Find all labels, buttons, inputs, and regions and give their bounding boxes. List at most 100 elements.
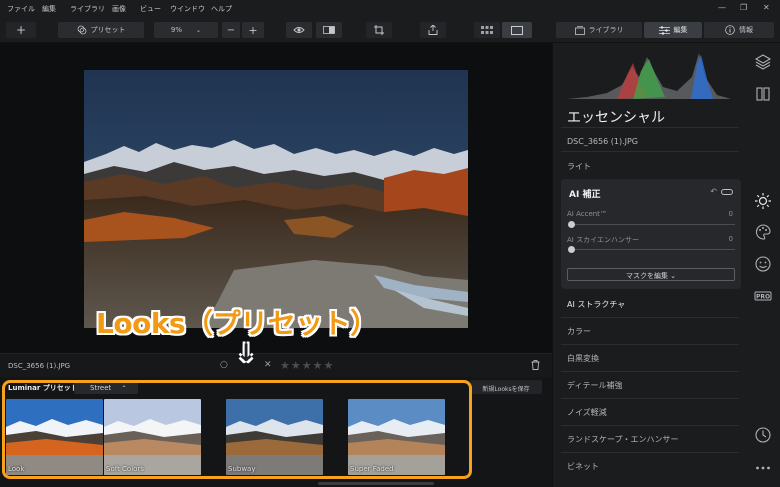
ai-sky-slider-knob[interactable]: [568, 246, 575, 253]
annotation-label: Looks（プリセット）: [96, 307, 378, 340]
panel-title: エッセンシャル: [567, 110, 665, 126]
presets-button[interactable]: プリセット: [58, 22, 144, 38]
svg-text:PRO: PRO: [756, 294, 770, 301]
ai-sky-slider[interactable]: [571, 249, 735, 250]
sliders-icon: [658, 25, 670, 35]
single-view-button[interactable]: [502, 22, 532, 38]
ai-accent-slider-knob[interactable]: [568, 221, 575, 228]
menu-library[interactable]: ライブラリ: [70, 4, 105, 14]
grid-view-button[interactable]: [474, 22, 500, 38]
divider: [561, 151, 739, 152]
image-info-bar: DSC_3656 (1).JPG ○ ✕ ★★★★★: [0, 353, 552, 377]
tab-info-label: 情報: [739, 26, 753, 34]
sun-icon[interactable]: [754, 192, 772, 210]
ai-sky-value: 0: [728, 235, 733, 243]
reject-button[interactable]: ✕: [264, 360, 272, 370]
compare-icon: [323, 26, 335, 34]
menu-bar: ファイル 編集 ライブラリ 画像 ビュー ウインドウ ヘルプ — ❐ ✕: [0, 0, 780, 17]
library-icon: [574, 25, 585, 35]
ai-accent-label: AI Accent™: [567, 210, 607, 218]
divider: [561, 452, 739, 453]
maximize-button[interactable]: ❐: [740, 3, 747, 12]
edit-panel: エッセンシャル DSC_3656 (1).JPG ライト AI 補正 ↶ AI …: [552, 43, 746, 487]
add-label: +: [15, 23, 27, 37]
ai-sky-label: AI スカイエンハンサー: [567, 236, 640, 244]
section-landscape[interactable]: ランドスケープ・エンハンサー: [567, 434, 679, 445]
single-view-icon: [511, 25, 523, 35]
minimize-button[interactable]: —: [718, 3, 726, 12]
menu-image[interactable]: 画像: [112, 4, 126, 14]
flag-icon[interactable]: ○: [220, 360, 228, 370]
share-icon: [428, 25, 438, 35]
visibility-toggle[interactable]: [721, 189, 733, 195]
section-vignette[interactable]: ビネット: [567, 461, 599, 472]
tab-library[interactable]: ライブラリ: [556, 22, 642, 38]
palette-icon[interactable]: [754, 223, 772, 241]
chevron-down-icon: ⌄: [196, 26, 202, 34]
ai-accent-value: 0: [728, 210, 733, 218]
annotation-arrow: ↓: [236, 339, 257, 367]
menu-window[interactable]: ウインドウ: [170, 4, 205, 14]
section-light[interactable]: ライト: [567, 161, 591, 172]
section-denoise[interactable]: ノイズ軽減: [567, 407, 607, 418]
panel-filename: DSC_3656 (1).JPG: [567, 137, 638, 146]
trash-icon[interactable]: [531, 360, 540, 373]
zoom-in-button[interactable]: +: [242, 22, 264, 38]
zoom-out-button[interactable]: −: [222, 22, 240, 38]
section-bw[interactable]: 白黒変換: [567, 353, 599, 364]
image-filename: DSC_3656 (1).JPG: [8, 362, 71, 370]
close-button[interactable]: ✕: [763, 3, 770, 12]
divider: [561, 127, 739, 128]
pro-icon[interactable]: PRO: [754, 287, 772, 305]
rating-stars[interactable]: ★★★★★: [280, 359, 334, 372]
presets-scrollbar[interactable]: [318, 482, 434, 485]
section-detail[interactable]: ディテール補強: [567, 380, 622, 391]
toolbar: + プリセット 9% ⌄ − + ライブラリ 編集 情報: [0, 17, 780, 43]
crop-button[interactable]: [366, 22, 392, 38]
zoom-value: 9%: [170, 26, 183, 34]
grid-icon: [481, 26, 493, 34]
tab-edit[interactable]: 編集: [644, 22, 702, 38]
annotation-highlight-box: [2, 380, 472, 479]
zoom-select[interactable]: 9% ⌄: [154, 22, 218, 38]
section-color[interactable]: カラー: [567, 326, 591, 337]
save-looks-button[interactable]: 新規Looksを保存: [470, 380, 542, 394]
presets-icon: [77, 25, 86, 35]
compare-icon[interactable]: [754, 85, 772, 103]
menu-edit[interactable]: 編集: [42, 4, 56, 14]
zoom-out-label: −: [226, 24, 236, 36]
reset-icon[interactable]: ↶: [710, 187, 717, 196]
edit-mask-button[interactable]: マスクを編集 ⌄: [567, 268, 735, 281]
layers-icon[interactable]: [754, 53, 772, 71]
tab-library-label: ライブラリ: [588, 26, 624, 34]
clock-icon[interactable]: [754, 426, 772, 444]
menu-help[interactable]: ヘルプ: [211, 4, 232, 14]
landscape-image: [84, 70, 468, 328]
crop-icon: [374, 25, 384, 35]
face-icon[interactable]: [754, 255, 772, 273]
more-icon[interactable]: [754, 459, 772, 477]
histogram: [567, 53, 731, 99]
tab-info[interactable]: 情報: [704, 22, 774, 38]
ai-accent-slider[interactable]: [571, 224, 735, 225]
eye-icon: [293, 27, 305, 33]
divider: [561, 317, 739, 318]
ai-enhance-title: AI 補正: [569, 190, 601, 200]
main-photo[interactable]: [84, 70, 468, 328]
divider: [561, 398, 739, 399]
tool-icon-column: PRO: [746, 43, 780, 487]
compare-button[interactable]: [316, 22, 342, 38]
divider: [561, 425, 739, 426]
tab-edit-label: 編集: [673, 26, 688, 34]
menu-file[interactable]: ファイル: [7, 4, 35, 14]
section-ai-structure[interactable]: AI ストラクチャ: [567, 299, 625, 310]
divider: [561, 371, 739, 372]
divider: [561, 344, 739, 345]
menu-view[interactable]: ビュー: [140, 4, 161, 14]
add-image-button[interactable]: +: [6, 22, 36, 38]
presets-label: プリセット: [90, 26, 126, 34]
info-icon: [725, 25, 735, 35]
share-button[interactable]: [420, 22, 446, 38]
zoom-in-label: +: [248, 23, 258, 37]
preview-button[interactable]: [286, 22, 312, 38]
